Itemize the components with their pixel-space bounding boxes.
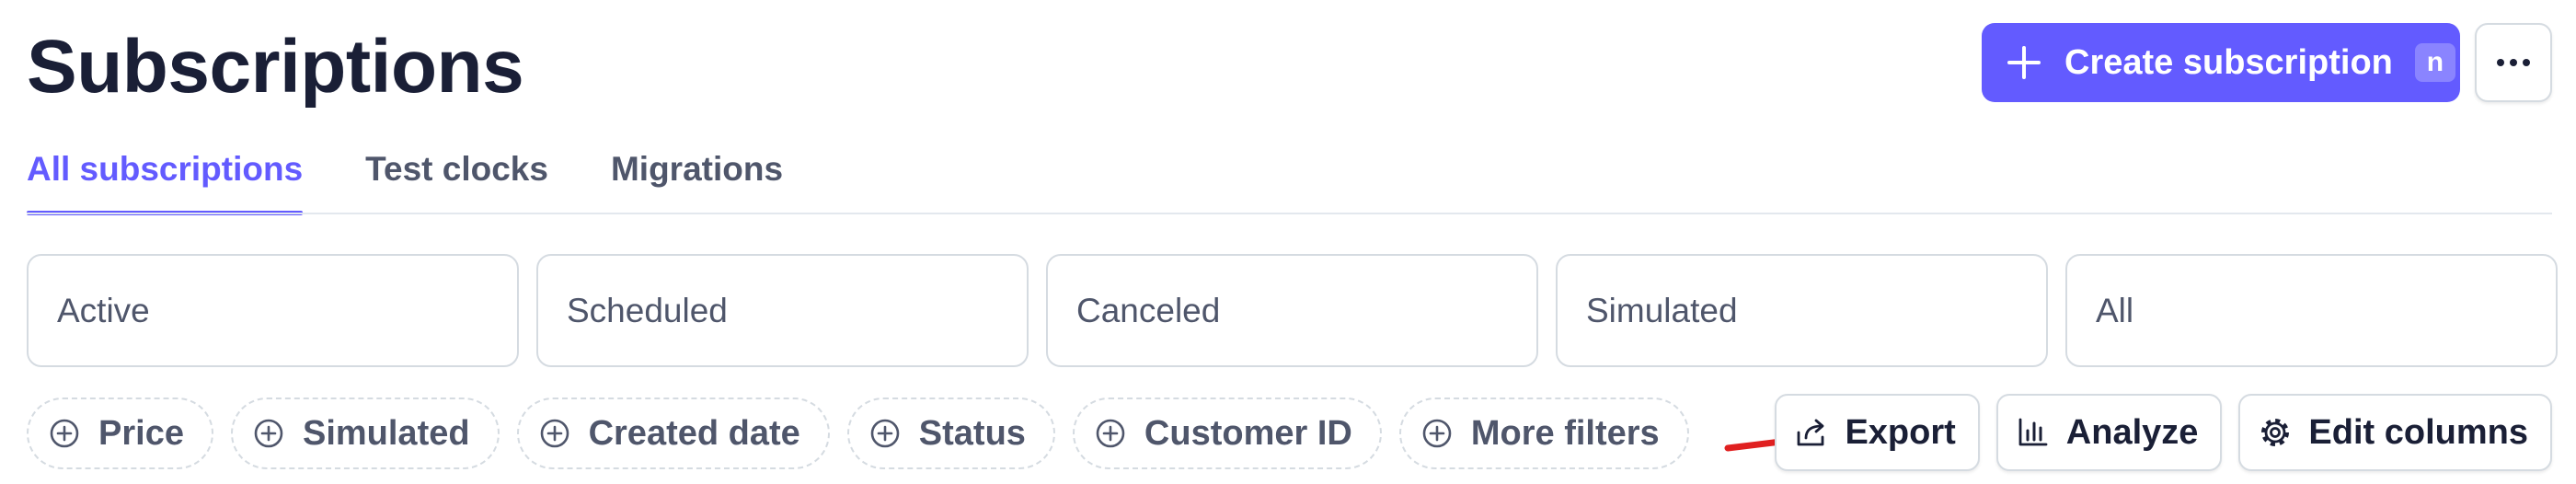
add-circle-icon: [1422, 419, 1452, 448]
more-options-button[interactable]: [2475, 23, 2552, 102]
tab-migrations[interactable]: Migrations: [611, 138, 783, 215]
filter-chip-label: Price: [98, 413, 184, 453]
page-title: Subscriptions: [27, 25, 524, 109]
analyze-label: Analyze: [2065, 412, 2199, 452]
export-label: Export: [1845, 412, 1956, 452]
status-filter-simulated[interactable]: Simulated: [1556, 254, 2048, 367]
keyboard-shortcut-badge: n: [2414, 43, 2455, 82]
edit-columns-button[interactable]: Edit columns: [2238, 394, 2552, 471]
bar-chart-icon: [2018, 418, 2048, 446]
add-circle-icon: [50, 419, 79, 448]
status-filter-active[interactable]: Active: [27, 254, 519, 367]
gear-icon: [2261, 419, 2290, 446]
ellipsis-icon: [2497, 59, 2530, 66]
filter-chip-label: Simulated: [302, 413, 470, 453]
filter-chip-created-date[interactable]: Created date: [516, 398, 830, 469]
export-icon: [1798, 419, 1824, 446]
add-circle-icon: [1096, 419, 1125, 448]
tab-test-clocks[interactable]: Test clocks: [365, 138, 548, 215]
add-circle-icon: [870, 419, 900, 448]
filter-chip-label: Status: [918, 413, 1026, 453]
filter-chip-price[interactable]: Price: [27, 398, 213, 469]
plus-icon: [2007, 46, 2041, 79]
add-circle-icon: [540, 419, 569, 448]
filter-chip-label: More filters: [1470, 413, 1660, 453]
status-filter-all[interactable]: All: [2065, 254, 2558, 367]
edit-columns-label: Edit columns: [2308, 412, 2528, 452]
filter-chip-status[interactable]: Status: [846, 398, 1055, 469]
filter-chip-row: Price Simulated Created date Status Cust…: [27, 398, 1689, 469]
create-subscription-label: Create subscription: [2064, 42, 2393, 82]
status-filter-scheduled[interactable]: Scheduled: [536, 254, 1029, 367]
filter-chip-simulated[interactable]: Simulated: [230, 398, 500, 469]
filter-chip-label: Customer ID: [1144, 413, 1352, 453]
table-actions: Export Analyze Edit columns: [1775, 394, 2552, 471]
status-filter-canceled[interactable]: Canceled: [1046, 254, 1538, 367]
create-subscription-button[interactable]: Create subscription n: [1982, 23, 2460, 102]
filter-chip-label: Created date: [588, 413, 800, 453]
tabs-divider: [27, 213, 2552, 214]
analyze-button[interactable]: Analyze: [1995, 394, 2223, 471]
tab-all-subscriptions[interactable]: All subscriptions: [27, 138, 304, 215]
add-circle-icon: [254, 419, 283, 448]
filter-chip-customer-id[interactable]: Customer ID: [1072, 398, 1382, 469]
export-button[interactable]: Export: [1775, 394, 1980, 471]
filter-chip-more-filters[interactable]: More filters: [1398, 398, 1689, 469]
tab-bar: All subscriptions Test clocks Migrations: [27, 138, 845, 215]
status-filter-row: Active Scheduled Canceled Simulated All: [27, 254, 2558, 367]
